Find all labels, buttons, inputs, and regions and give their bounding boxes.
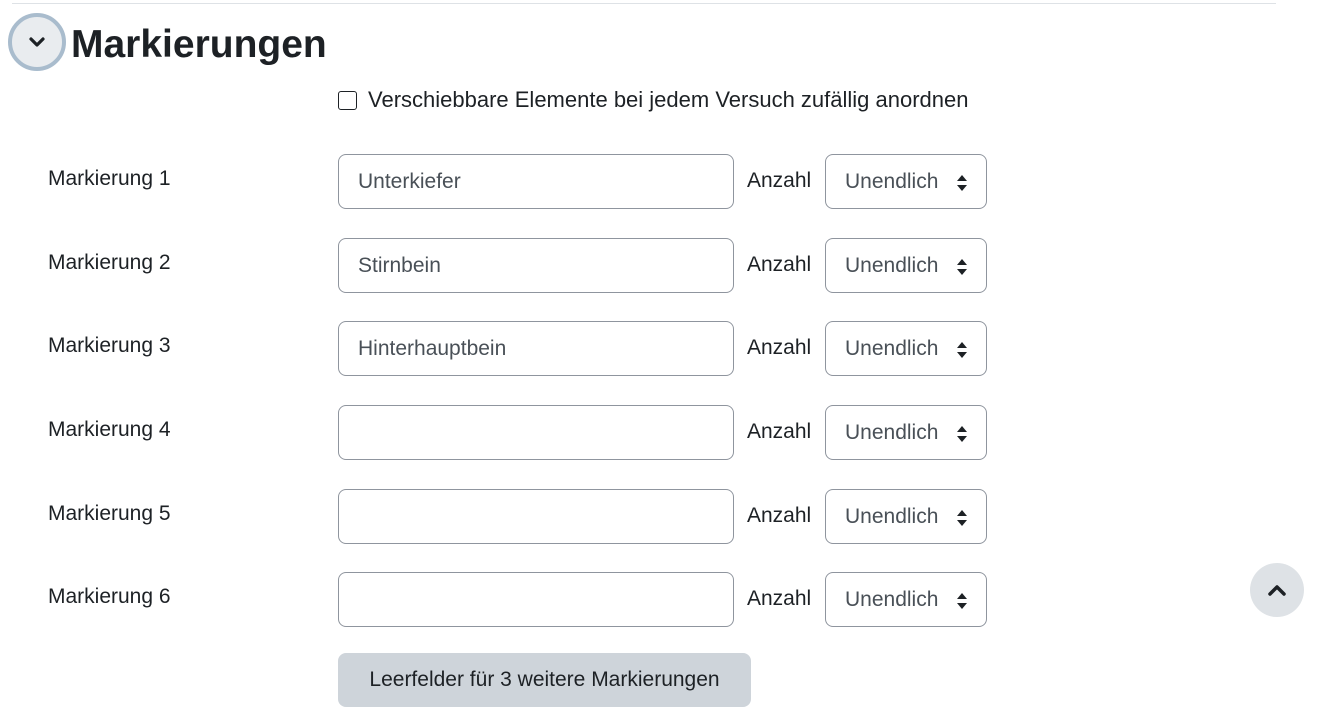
sort-icon xyxy=(957,593,967,609)
count-label: Anzahl xyxy=(747,504,812,527)
marker-text-input[interactable] xyxy=(338,321,734,376)
marker-label: Markierung 6 xyxy=(48,585,171,608)
marker-row-3: Markierung 3 Anzahl Unendlich xyxy=(0,321,1000,377)
marker-text-input[interactable] xyxy=(338,238,734,293)
marker-label: Markierung 2 xyxy=(48,251,171,274)
count-select[interactable]: Unendlich xyxy=(825,321,987,376)
count-select[interactable]: Unendlich xyxy=(825,572,987,627)
marker-text-input[interactable] xyxy=(338,572,734,627)
sort-icon xyxy=(957,426,967,442)
count-label: Anzahl xyxy=(747,169,812,192)
section-title: Markierungen xyxy=(71,23,327,66)
sort-icon xyxy=(957,175,967,191)
marker-row-1: Markierung 1 Anzahl Unendlich xyxy=(0,154,1000,210)
marker-text-input[interactable] xyxy=(338,489,734,544)
add-blank-markers-button[interactable]: Leerfelder für 3 weitere Markierungen xyxy=(338,653,751,707)
marker-label: Markierung 5 xyxy=(48,502,171,525)
scroll-to-top-button[interactable] xyxy=(1250,563,1304,617)
marker-row-4: Markierung 4 Anzahl Unendlich xyxy=(0,405,1000,461)
section-collapse-button[interactable] xyxy=(8,13,66,71)
chevron-up-icon xyxy=(1268,585,1286,596)
shuffle-checkbox[interactable] xyxy=(338,90,357,110)
marker-row-6: Markierung 6 Anzahl Unendlich xyxy=(0,572,1000,628)
sort-icon xyxy=(957,259,967,275)
count-select[interactable]: Unendlich xyxy=(825,489,987,544)
count-select[interactable]: Unendlich xyxy=(825,405,987,460)
marker-label: Markierung 1 xyxy=(48,167,171,190)
section-divider xyxy=(12,3,1276,4)
shuffle-option[interactable]: Verschiebbare Elemente bei jedem Versuch… xyxy=(338,86,969,114)
marker-row-5: Markierung 5 Anzahl Unendlich xyxy=(0,489,1000,545)
count-label: Anzahl xyxy=(747,587,812,610)
count-select[interactable]: Unendlich xyxy=(825,238,987,293)
marker-label: Markierung 3 xyxy=(48,334,171,357)
sort-icon xyxy=(957,342,967,358)
count-label: Anzahl xyxy=(747,253,812,276)
count-label: Anzahl xyxy=(747,420,812,443)
marker-text-input[interactable] xyxy=(338,405,734,460)
shuffle-label[interactable]: Verschiebbare Elemente bei jedem Versuch… xyxy=(368,87,969,113)
marker-label: Markierung 4 xyxy=(48,418,171,441)
marker-row-2: Markierung 2 Anzahl Unendlich xyxy=(0,238,1000,294)
count-select[interactable]: Unendlich xyxy=(825,154,987,209)
count-label: Anzahl xyxy=(747,336,812,359)
sort-icon xyxy=(957,510,967,526)
marker-text-input[interactable] xyxy=(338,154,734,209)
chevron-down-icon xyxy=(29,37,45,47)
